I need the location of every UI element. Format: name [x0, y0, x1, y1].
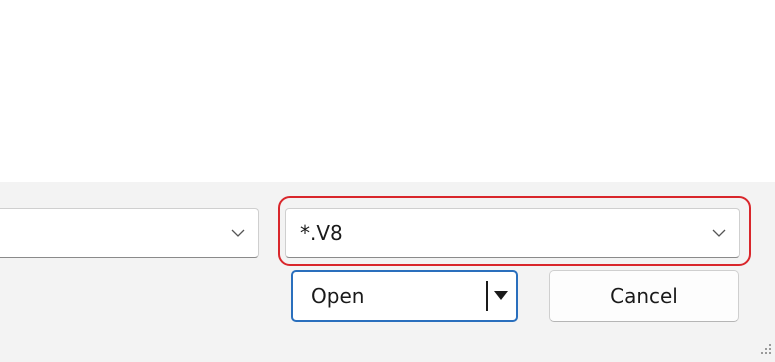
chevron-down-icon[interactable]: [711, 225, 727, 241]
resize-grip-icon[interactable]: [759, 342, 773, 356]
caret-down-icon[interactable]: [494, 291, 508, 300]
file-type-filter-value: *.V8: [300, 221, 343, 245]
open-button[interactable]: Open: [291, 270, 518, 322]
chevron-down-icon[interactable]: [230, 225, 246, 241]
open-button-label: Open: [311, 284, 365, 308]
file-type-filter-combobox[interactable]: *.V8: [285, 208, 740, 258]
cancel-button[interactable]: Cancel: [549, 270, 739, 322]
cancel-button-label: Cancel: [610, 284, 678, 308]
dialog-content-area: [0, 0, 775, 182]
filename-combobox[interactable]: [0, 208, 259, 258]
split-button-divider: [486, 281, 488, 311]
